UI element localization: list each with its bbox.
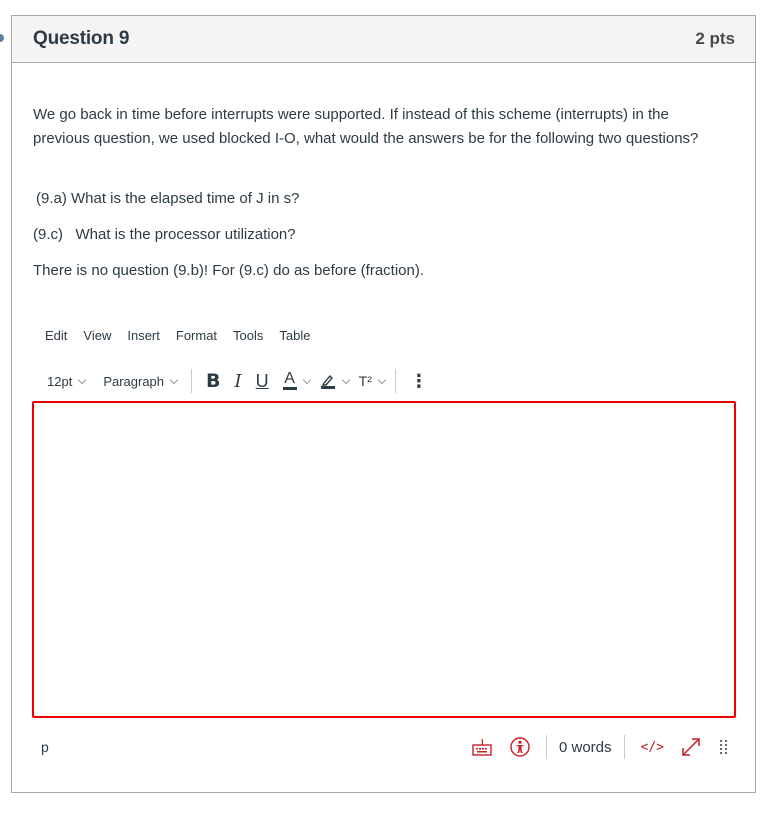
editor-statusbar: p 0 words </> (32, 734, 736, 760)
italic-button[interactable]: I (235, 371, 242, 392)
accessibility-checker-button[interactable] (510, 737, 530, 757)
accessibility-icon (510, 737, 530, 757)
menu-insert[interactable]: Insert (127, 328, 160, 343)
html-editor-toggle[interactable]: </> (641, 740, 664, 755)
chevron-down-icon (341, 375, 350, 384)
menu-edit[interactable]: Edit (45, 328, 67, 343)
superscript-button[interactable]: T² (359, 373, 387, 389)
toolbar-divider (191, 369, 193, 393)
block-format-select[interactable]: Paragraph (103, 373, 179, 389)
drag-handle-icon (720, 740, 727, 754)
question-card: Question 9 2 pts We go back in time befo… (11, 15, 756, 793)
menu-view[interactable]: View (83, 328, 111, 343)
statusbar-divider (545, 735, 547, 759)
text-color-icon: A (282, 371, 297, 390)
font-size-value: 12pt (47, 373, 73, 389)
question-text-9c: (9.c) What is the processor utilization? (33, 226, 296, 243)
question-text-9a: (9.a) What is the elapsed time of J in s… (36, 190, 300, 207)
word-count[interactable]: 0 words (559, 739, 612, 756)
menu-tools[interactable]: Tools (233, 328, 263, 343)
block-format-value: Paragraph (103, 373, 165, 389)
question-text-note: There is no question (9.b)! For (9.c) do… (33, 262, 425, 279)
underline-button[interactable]: U (256, 371, 269, 392)
editor-menubar: Edit View Insert Format Tools Table (45, 328, 326, 343)
keyboard-shortcuts-button[interactable] (472, 738, 492, 756)
statusbar-divider (623, 735, 625, 759)
chevron-down-icon (302, 375, 311, 384)
highlight-color-button[interactable] (320, 373, 350, 389)
keyboard-icon (472, 738, 492, 756)
menu-table[interactable]: Table (279, 328, 310, 343)
question-header: Question 9 2 pts (12, 16, 755, 63)
rich-text-editor[interactable] (32, 401, 736, 718)
bold-button[interactable]: B (206, 370, 220, 392)
highlighter-icon (320, 374, 335, 389)
text-color-button[interactable]: A (282, 371, 311, 390)
expand-icon (682, 738, 700, 756)
chevron-down-icon (78, 375, 87, 384)
question-points: 2 pts (695, 29, 735, 48)
chevron-down-icon (169, 375, 179, 384)
resize-handle[interactable] (720, 739, 728, 755)
toolbar-divider (394, 369, 396, 393)
menu-format[interactable]: Format (176, 328, 217, 343)
font-size-select[interactable]: 12pt (47, 373, 87, 389)
fullscreen-button[interactable] (680, 737, 702, 757)
question-text-intro: We go back in time before interrupts wer… (33, 106, 699, 147)
editor-toolbar: 12pt Paragraph B I U A T² ⋮ (47, 368, 442, 394)
more-options-button[interactable]: ⋮ (410, 371, 428, 392)
question-marker (0, 34, 4, 42)
element-path[interactable]: p (41, 739, 464, 755)
chevron-down-icon (377, 375, 387, 384)
question-title: Question 9 (33, 28, 130, 49)
